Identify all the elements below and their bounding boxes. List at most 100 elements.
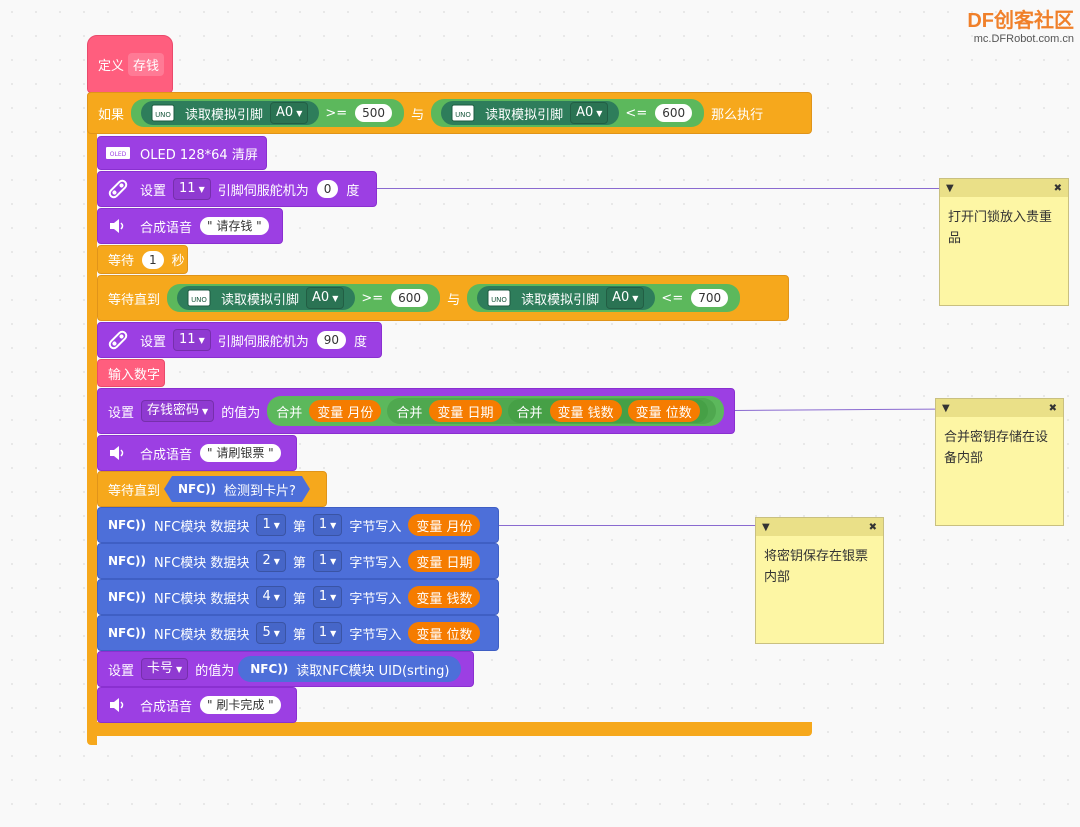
condition-ge[interactable]: UNO 读取模拟引脚 A0 ▼ >= 500 [131,99,405,127]
pin-dropdown[interactable]: A0 ▼ [606,287,645,309]
chevron-down-icon: ▼ [332,294,339,303]
join-label: 合并 [276,405,303,421]
block-dropdown[interactable]: 4 ▼ [256,586,286,608]
nfc-write-block[interactable]: NFC)) NFC模块 数据块 5 ▼ 第 1 ▼ 字节写入 变量 位数 [97,615,499,651]
variable-pill[interactable]: 变量 日期 [408,550,481,572]
variable-pill[interactable]: 变量 钱数 [408,586,481,608]
chevron-down-icon: ▼ [296,109,303,118]
input-number-block[interactable]: 输入数字 [97,359,165,387]
uno-board-icon: UNO [449,101,477,125]
nfc-write-block[interactable]: NFC)) NFC模块 数据块 1 ▼ 第 1 ▼ 字节写入 变量 月份 [97,507,499,543]
analog-read-block[interactable]: UNO 读取模拟引脚 A0 ▼ [441,101,620,125]
set-card-block[interactable]: 设置 卡号 ▼ 的值为 NFC)) 读取NFC模块 UID(srting) [97,651,474,687]
block-dropdown[interactable]: 1 ▼ [256,514,286,536]
value-field[interactable]: 600 [655,104,693,122]
comment-text[interactable]: 打开门锁放入贵重品 [940,197,1068,259]
variable-amount[interactable]: 变量 钱数 [549,400,622,422]
close-icon[interactable]: ✖ [1054,183,1062,194]
pin-dropdown[interactable]: A0 ▼ [306,287,345,309]
angle-field[interactable]: 90 [316,331,347,349]
speech-block[interactable]: 合成语音 " 请刷银票 " [97,435,297,471]
read-nfc-uid-block[interactable]: NFC)) 读取NFC模块 UID(srting) [238,656,462,682]
chevron-down-icon: ▼ [330,593,337,602]
then-label: 那么执行 [711,107,764,123]
servo-block[interactable]: 设置 11 ▼ 引脚伺服舵机为 90 度 [97,322,382,358]
card-detected-condition[interactable]: NFC)) 检测到卡片? [164,476,310,502]
analog-read-block[interactable]: UNO 读取模拟引脚 A0 ▼ [177,286,356,310]
comment-text[interactable]: 将密钥保存在银票内部 [756,536,883,598]
collapse-icon[interactable]: ▼ [762,522,770,533]
join-block[interactable]: 合并 变量 月份 合并 变量 日期 合并 变量 钱数 变量 位数 [267,396,724,426]
speech-text-field[interactable]: " 请刷银票 " [200,444,281,462]
comment-note[interactable]: ▼ ✖ 合并密钥存储在设备内部 [935,398,1064,526]
nfc-module-label: NFC模块 数据块 [154,627,250,643]
block-number: 5 [262,625,271,640]
speech-text-field[interactable]: " 刷卡完成 " [200,696,281,714]
analog-read-block[interactable]: UNO 读取模拟引脚 A0 ▼ [141,101,320,125]
variable-pill[interactable]: 变量 位数 [408,622,481,644]
set-variable-block[interactable]: 设置 存钱密码 ▼ 的值为 合并 变量 月份 合并 变量 日期 合并 变量 钱数 … [97,388,735,434]
byte-dropdown[interactable]: 1 ▼ [312,622,343,644]
wait-label: 等待 [108,254,135,269]
variable-dropdown[interactable]: 存钱密码 ▼ [141,400,215,422]
collapse-icon[interactable]: ▼ [942,403,950,414]
block-dropdown[interactable]: 5 ▼ [256,622,286,644]
nfc-write-block[interactable]: NFC)) NFC模块 数据块 2 ▼ 第 1 ▼ 字节写入 变量 日期 [97,543,499,579]
oled-clear-label: OLED 128*64 清屏 [140,147,258,163]
condition-le[interactable]: UNO 读取模拟引脚 A0 ▼ <= 700 [467,284,741,312]
nfc-module-label: NFC模块 数据块 [154,519,250,535]
variable-pill[interactable]: 变量 月份 [408,514,481,536]
byte-dropdown[interactable]: 1 ▼ [312,550,343,572]
speech-text-field[interactable]: " 请存钱 " [200,217,269,235]
set-label: 设置 [108,663,135,679]
nfc-write-block[interactable]: NFC)) NFC模块 数据块 4 ▼ 第 1 ▼ 字节写入 变量 钱数 [97,579,499,615]
nfc-module-label: NFC模块 数据块 [154,555,250,571]
byte-dropdown[interactable]: 1 ▼ [312,514,343,536]
degree-label: 度 [346,183,360,199]
wait-until-block[interactable]: 等待直到 NFC)) 检测到卡片? [97,471,327,507]
wait-seconds-field[interactable]: 1 [142,250,164,269]
block-dropdown[interactable]: 2 ▼ [256,550,286,572]
if-block[interactable]: 如果 UNO 读取模拟引脚 A0 ▼ >= 500 与 UNO 读取模拟引脚 A0… [87,92,812,134]
join-block[interactable]: 合并 变量 日期 合并 变量 钱数 变量 位数 [387,398,716,424]
analog-read-block[interactable]: UNO 读取模拟引脚 A0 ▼ [477,286,656,310]
servo-block[interactable]: 设置 11 ▼ 引脚伺服舵机为 0 度 [97,171,377,207]
define-block[interactable]: 定义 存钱 [87,35,173,93]
close-icon[interactable]: ✖ [1049,403,1057,414]
nfc-icon: NFC)) [108,626,147,640]
logo-url: mc.DFRobot.com.cn [973,33,1074,45]
variable-month[interactable]: 变量 月份 [309,400,382,422]
pin-dropdown[interactable]: A0 ▼ [570,102,609,124]
pin-dropdown[interactable]: 11 ▼ [173,178,211,200]
pin-dropdown[interactable]: A0 ▼ [270,102,309,124]
wait-until-block[interactable]: 等待直到 UNO 读取模拟引脚 A0 ▼ >= 600 与 UNO 读取模拟引脚 … [97,275,789,321]
wait-block[interactable]: 等待 1 秒 [97,245,188,274]
speech-block[interactable]: 合成语音 " 请存钱 " [97,208,283,244]
chevron-down-icon: ▼ [330,629,337,638]
dfrobot-logo: DF创客社区 mc.DFRobot.com.cn [967,4,1074,45]
and-label: 与 [411,107,425,123]
value-field[interactable]: 600 [391,289,429,307]
comment-note[interactable]: ▼ ✖ 将密钥保存在银票内部 [755,517,884,644]
join-label: 合并 [516,405,543,421]
operator-ge: >= [325,105,348,121]
collapse-icon[interactable]: ▼ [946,183,954,194]
value-field[interactable]: 700 [691,289,729,307]
angle-field[interactable]: 0 [316,180,339,198]
condition-ge[interactable]: UNO 读取模拟引脚 A0 ▼ >= 600 [167,284,441,312]
condition-le[interactable]: UNO 读取模拟引脚 A0 ▼ <= 600 [431,99,705,127]
pin-dropdown[interactable]: 11 ▼ [173,329,211,351]
join-block[interactable]: 合并 变量 钱数 变量 位数 [507,399,708,423]
close-icon[interactable]: ✖ [869,522,877,533]
oled-clear-block[interactable]: OLED OLED 128*64 清屏 [97,136,267,170]
byte-dropdown[interactable]: 1 ▼ [312,586,343,608]
variable-date[interactable]: 变量 日期 [429,400,502,422]
comment-text[interactable]: 合并密钥存储在设备内部 [936,417,1063,479]
variable-digits[interactable]: 变量 位数 [627,400,700,422]
variable-dropdown[interactable]: 卡号 ▼ [141,658,189,680]
speech-block[interactable]: 合成语音 " 刷卡完成 " [97,687,297,723]
analog-read-label: 读取模拟引脚 [185,107,264,123]
value-field[interactable]: 500 [355,104,393,122]
input-number-label: 输入数字 [108,367,161,383]
comment-note[interactable]: ▼ ✖ 打开门锁放入贵重品 [939,178,1069,306]
